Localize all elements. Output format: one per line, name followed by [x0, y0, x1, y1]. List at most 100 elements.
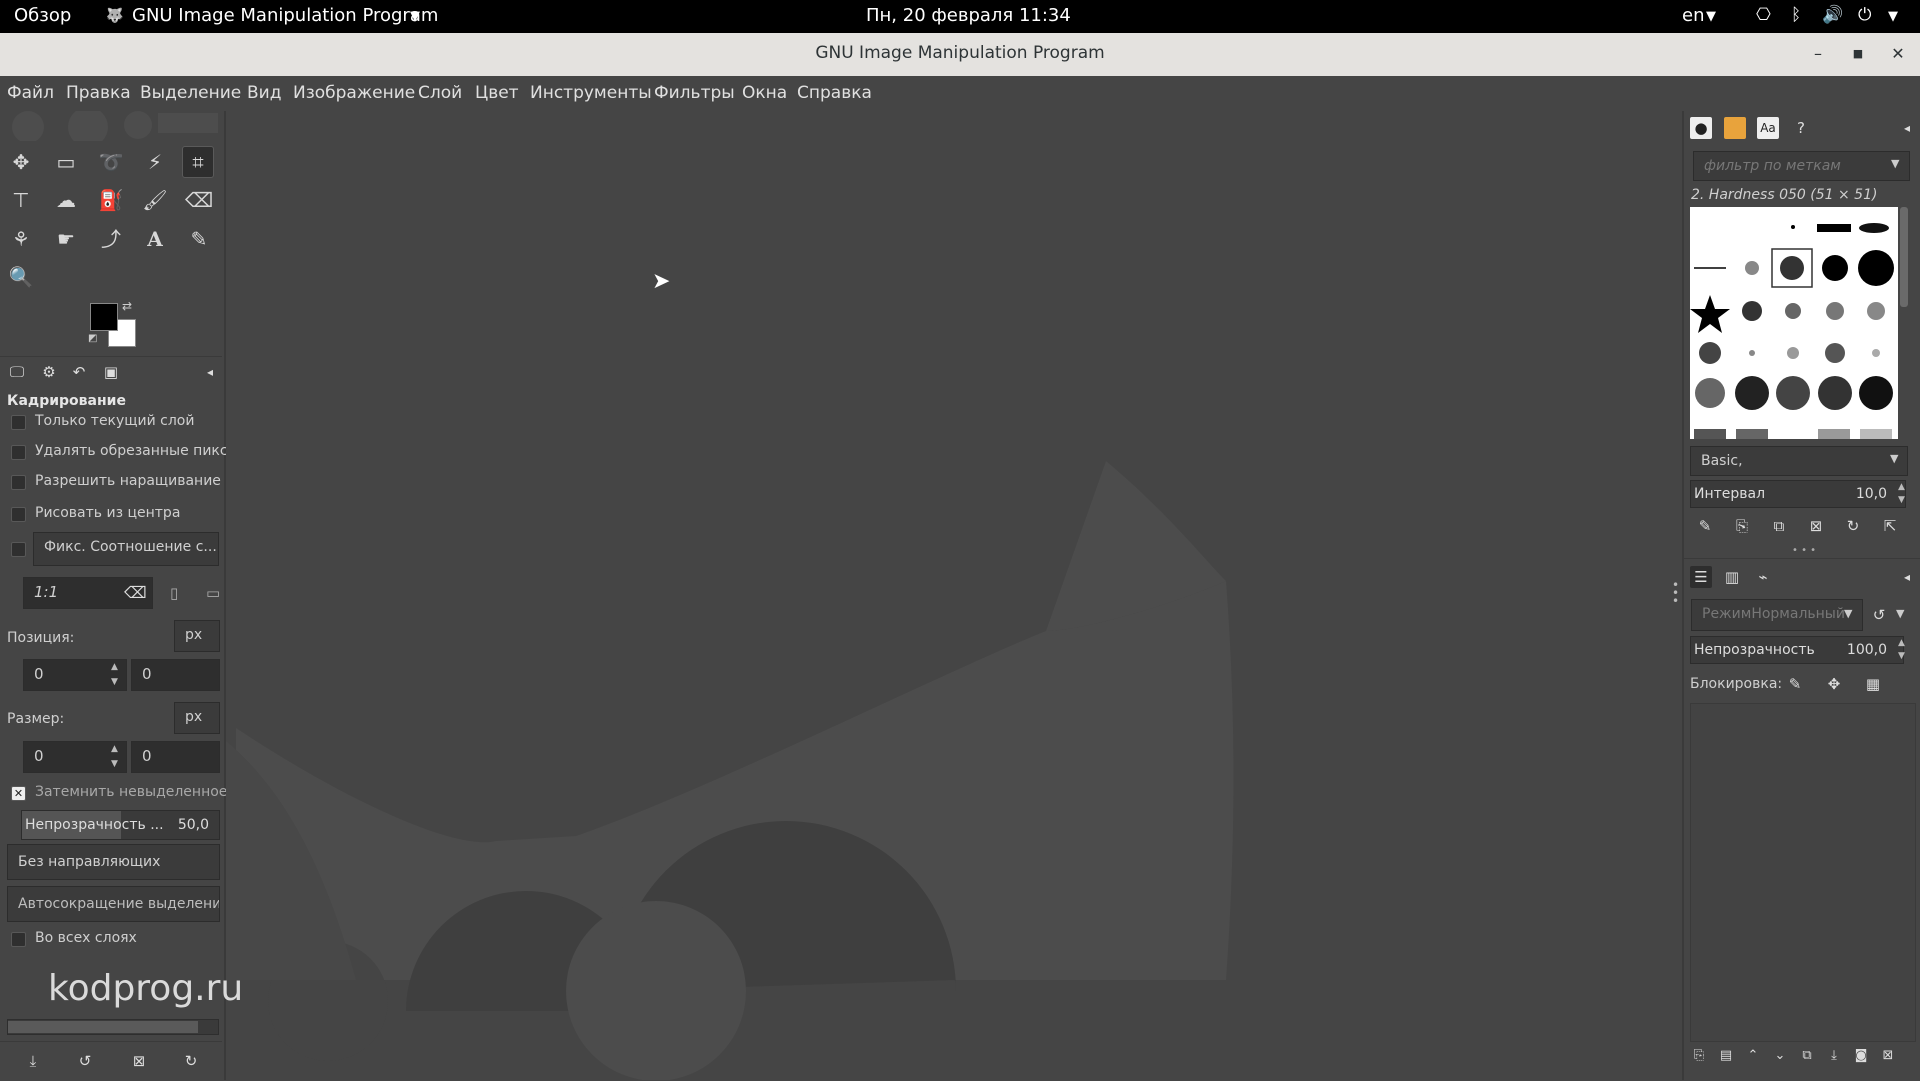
landscape-icon[interactable]: ▭ [206, 584, 220, 602]
resize-handle-icon[interactable]: ••• [1672, 579, 1679, 607]
menu-file[interactable]: Файл [7, 83, 54, 103]
allow-growing-checkbox[interactable] [11, 475, 26, 490]
spin-up-icon[interactable]: ▲ [111, 744, 118, 754]
scrollbar-thumb[interactable] [8, 1021, 198, 1033]
menu-colors[interactable]: Цвет [475, 83, 519, 103]
tool-options-tab-icon[interactable]: 🖵 [6, 361, 28, 383]
auto-shrink-button[interactable]: Автосокращение выделения [7, 886, 220, 922]
restore-preset-icon[interactable]: ↺ [74, 1050, 96, 1072]
layers-list[interactable] [1690, 703, 1916, 1042]
new-layer-group-icon[interactable]: ▤ [1715, 1045, 1737, 1067]
save-preset-icon[interactable]: ⤓ [22, 1050, 44, 1072]
delete-brush-icon[interactable]: ⊠ [1805, 515, 1827, 537]
position-y-input[interactable]: 0 [131, 659, 220, 691]
lock-position-icon[interactable]: ✥ [1823, 673, 1845, 695]
bucket-fill-tool-icon[interactable]: ⛽ [96, 185, 126, 215]
menu-help[interactable]: Справка [797, 83, 872, 103]
minimize-button[interactable]: – [1805, 41, 1831, 67]
duplicate-brush-icon[interactable]: ⧉ [1768, 515, 1790, 537]
delete-preset-icon[interactable]: ⊠ [128, 1050, 150, 1072]
image-canvas[interactable]: ➤ [226, 111, 1682, 1080]
fixed-ratio-dropdown[interactable]: Фикс. Соотношение с... [33, 532, 219, 566]
refresh-brushes-icon[interactable]: ↻ [1842, 515, 1864, 537]
eraser-tool-icon[interactable]: ⌫ [184, 185, 214, 215]
network-icon[interactable]: ⎔ [1756, 5, 1771, 25]
maximize-button[interactable]: ■ [1845, 41, 1871, 67]
brushes-tab-icon[interactable]: ● [1690, 117, 1712, 139]
layer-mode-reset-icon[interactable]: ↺ [1868, 604, 1890, 626]
configure-tab-icon[interactable]: ◂ [199, 361, 221, 383]
reset-icon[interactable]: ↻ [180, 1050, 202, 1072]
guides-dropdown[interactable]: Без направляющих [7, 844, 220, 880]
spin-up-icon[interactable]: ▲ [111, 662, 118, 672]
undo-history-tab-icon[interactable]: ↶ [68, 361, 90, 383]
paintbrush-tool-icon[interactable]: 🖌 [140, 185, 170, 215]
menu-image[interactable]: Изображение [293, 83, 415, 103]
menu-windows[interactable]: Окна [742, 83, 787, 103]
size-unit-select[interactable]: px [174, 702, 220, 734]
brush-grid[interactable] [1690, 207, 1898, 439]
patterns-tab-icon[interactable] [1724, 117, 1746, 139]
expand-from-center-checkbox[interactable] [11, 507, 26, 522]
device-status-tab-icon[interactable]: ⚙ [38, 361, 60, 383]
spin-down-icon[interactable]: ▼ [1898, 651, 1905, 661]
open-brush-icon[interactable]: ⇱ [1879, 515, 1901, 537]
lasso-tool-icon[interactable]: ➰ [96, 147, 126, 177]
rect-select-tool-icon[interactable]: ▭ [51, 147, 81, 177]
clear-icon[interactable]: ⌫ [124, 583, 147, 602]
spin-down-icon[interactable]: ▼ [111, 759, 118, 769]
crop-tool-icon[interactable]: ⌗ [182, 146, 214, 178]
bluetooth-icon[interactable]: ᛒ [1791, 5, 1801, 25]
align-tool-icon[interactable]: ⊤ [6, 185, 36, 215]
smudge-tool-icon[interactable]: ☛ [51, 224, 81, 254]
help-tab-icon[interactable]: ? [1790, 117, 1812, 139]
new-layer-icon[interactable]: ⎘ [1688, 1045, 1710, 1067]
app-menu[interactable]: GNU Image Manipulation Program [132, 5, 438, 26]
fuzzy-select-tool-icon[interactable]: ⚡ [140, 147, 170, 177]
configure-tab-icon[interactable]: ◂ [1896, 117, 1918, 139]
layer-mode-dropdown[interactable]: РежимНормальный [1691, 599, 1863, 631]
brush-preset-dropdown[interactable]: Basic, [1690, 446, 1908, 476]
menu-layer[interactable]: Слой [418, 83, 462, 103]
fixed-ratio-checkbox[interactable] [11, 542, 26, 557]
menu-select[interactable]: Выделение [140, 83, 241, 103]
paths-tool-icon[interactable]: ⤴ [96, 224, 126, 254]
merge-layer-icon[interactable]: ⤓ [1823, 1045, 1845, 1067]
foreground-color[interactable] [90, 303, 118, 331]
activities-button[interactable]: Обзор [14, 5, 71, 26]
warp-tool-icon[interactable]: ☁ [51, 185, 81, 215]
spin-down-icon[interactable]: ▼ [111, 677, 118, 687]
spin-down-icon[interactable]: ▼ [1898, 495, 1905, 505]
clock[interactable]: Пн, 20 февраля 11:34 [866, 5, 1071, 26]
color-picker-tool-icon[interactable]: ✎ [184, 224, 214, 254]
move-tool-icon[interactable]: ✥ [6, 147, 36, 177]
menu-tools[interactable]: Инструменты [530, 83, 652, 103]
lower-layer-icon[interactable]: ⌄ [1769, 1045, 1791, 1067]
mask-layer-icon[interactable]: ◙ [1850, 1045, 1872, 1067]
highlight-checkbox[interactable]: ✕ [11, 786, 26, 801]
zoom-tool-icon[interactable]: 🔍 [6, 262, 36, 292]
brush-tag-filter[interactable]: фильтр по меткам [1693, 151, 1910, 181]
highlight-opacity-slider[interactable]: Непрозрачность ... 50,0 [21, 810, 220, 840]
menu-edit[interactable]: Правка [66, 83, 131, 103]
paths-tab-icon[interactable]: ⌁ [1752, 566, 1774, 588]
clone-tool-icon[interactable]: ⚘ [6, 224, 36, 254]
default-colors-icon[interactable]: ◩ [88, 333, 97, 344]
current-layer-only-checkbox[interactable] [11, 415, 26, 430]
delete-cropped-checkbox[interactable] [11, 445, 26, 460]
edit-brush-icon[interactable]: ✎ [1694, 515, 1716, 537]
portrait-icon[interactable]: ▯ [170, 584, 178, 602]
power-icon[interactable]: ⏻ [1858, 5, 1871, 25]
resize-handle-icon[interactable]: • • • [1792, 545, 1816, 556]
size-h-input[interactable]: 0 [131, 741, 220, 773]
configure-tab-icon[interactable]: ◂ [1896, 566, 1918, 588]
brush-interval-slider[interactable]: Интервал 10,0 [1690, 480, 1906, 508]
layers-tab-icon[interactable]: ☰ [1690, 566, 1712, 588]
lock-pixels-icon[interactable]: ✎ [1784, 673, 1806, 695]
swap-colors-icon[interactable]: ⇄ [122, 299, 132, 313]
spin-up-icon[interactable]: ▲ [1898, 638, 1905, 648]
language-indicator[interactable]: en [1682, 5, 1704, 26]
menu-filters[interactable]: Фильтры [654, 83, 735, 103]
new-brush-icon[interactable]: ⎘ [1731, 515, 1753, 537]
fonts-tab-icon[interactable]: Aa [1757, 117, 1779, 139]
